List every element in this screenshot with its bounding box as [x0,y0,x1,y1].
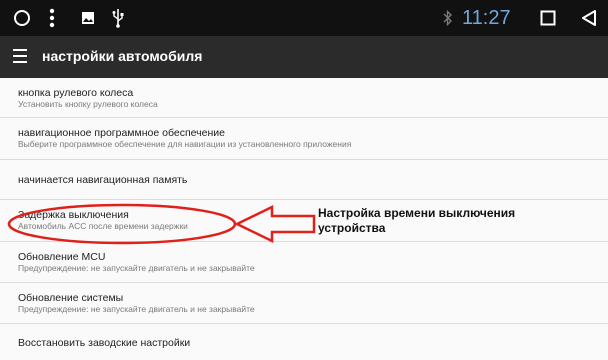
clock: 11:27 [462,7,511,29]
setting-navigation-software[interactable]: навигационное программное обеспечение Вы… [0,118,608,160]
setting-subtitle: Предупреждение: не запускайте двигатель … [18,263,255,273]
setting-system-update[interactable]: Обновление системы Предупреждение: не за… [0,283,608,324]
usb-icon [108,0,128,36]
setting-title: Восстановить заводские настройки [18,337,191,349]
setting-title: Обновление MCU [18,251,106,263]
image-icon [78,0,98,36]
setting-steering-wheel-button[interactable]: кнопка рулевого колеса Установить кнопку… [0,78,608,118]
status-bar: 11:27 [0,0,608,36]
setting-mcu-update[interactable]: Обновление MCU Предупреждение: не запуск… [0,242,608,283]
setting-navigation-memory[interactable]: начинается навигационная память [0,160,608,200]
bluetooth-icon [440,0,456,36]
circle-icon[interactable] [8,0,36,36]
setting-title: навигационное программное обеспечение [18,127,225,139]
setting-subtitle: Установить кнопку рулевого колеса [18,99,158,109]
setting-title: Обновление системы [18,292,124,304]
annotation-line-2: устройства [318,221,386,235]
page-title: настройки автомобиля [42,48,203,64]
back-triangle-icon[interactable] [578,0,600,36]
setting-title: начинается навигационная память [18,174,188,186]
menu-icon[interactable] [13,49,27,65]
more-vert-icon[interactable] [42,0,62,36]
square-icon[interactable] [537,0,559,36]
annotation-text: Настройка времени выключения устройства [318,206,578,236]
setting-subtitle: Предупреждение: не запускайте двигатель … [18,304,255,314]
app-bar: настройки автомобиля [0,36,608,78]
setting-subtitle: Выберите программное обеспечение для нав… [18,139,352,149]
setting-factory-reset[interactable]: Восстановить заводские настройки [0,324,608,360]
setting-title: кнопка рулевого колеса [18,87,134,99]
annotation-line-1: Настройка времени выключения [318,206,516,220]
